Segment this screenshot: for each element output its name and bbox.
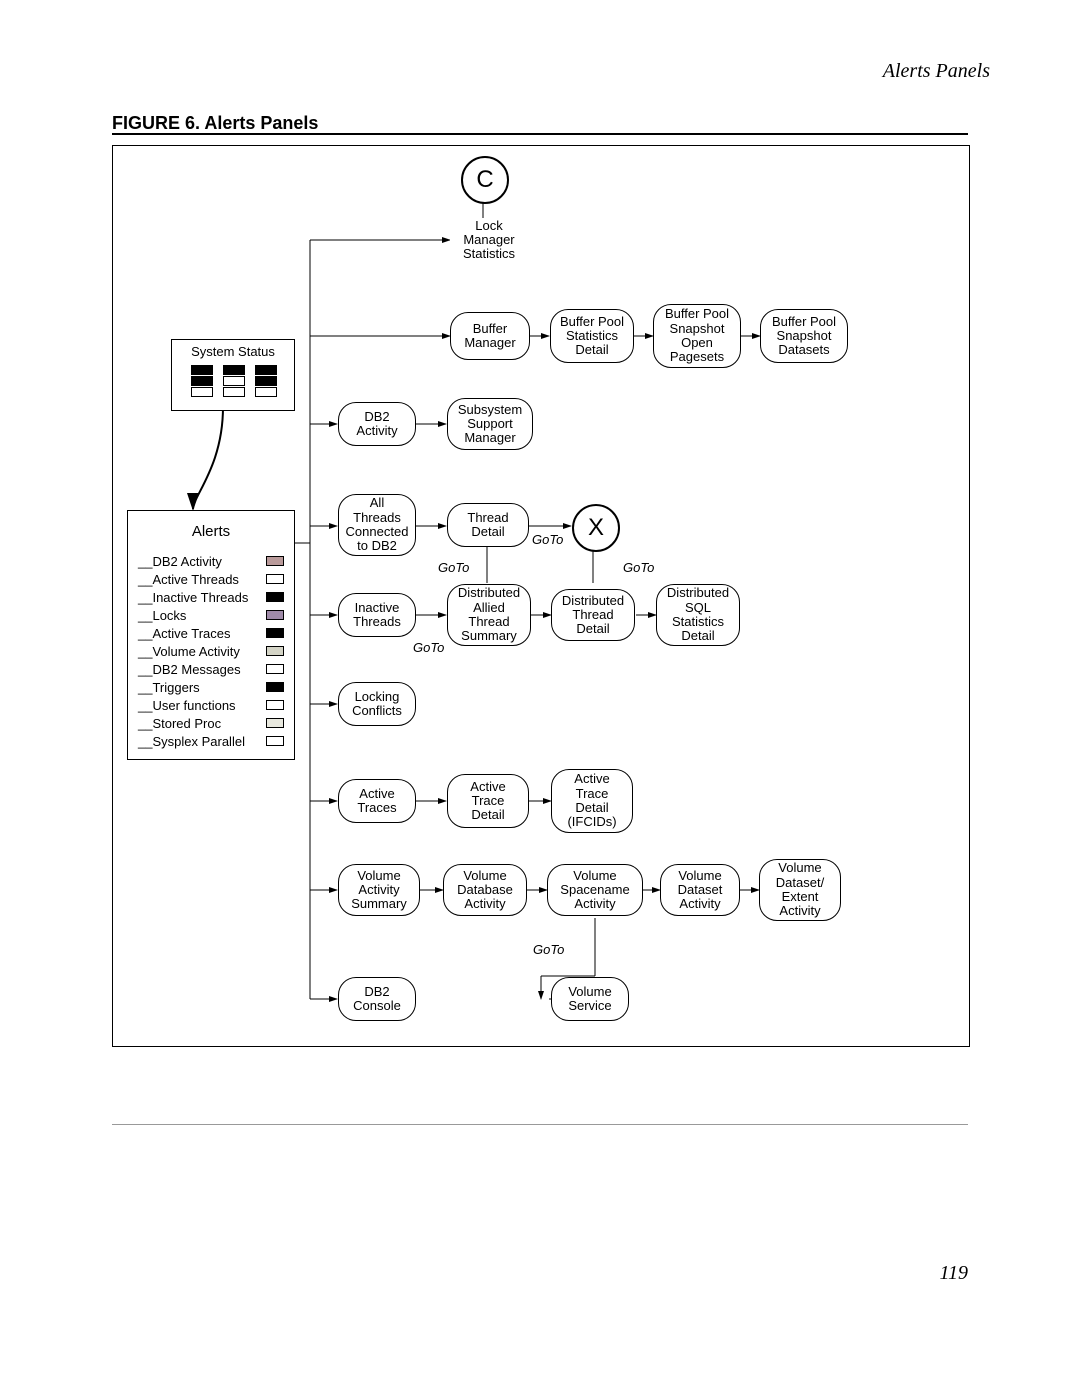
alerts-title: Alerts (128, 511, 294, 552)
node-buffer-manager: Buffer Manager (450, 312, 530, 360)
node-volume-dataset-extent-activity: Volume Dataset/ Extent Activity (759, 859, 841, 921)
alerts-item-swatch (266, 700, 284, 710)
node-volume-database-activity: Volume Database Activity (443, 864, 527, 916)
alerts-item-swatch (266, 556, 284, 566)
alerts-item-label: Volume Activity (138, 644, 240, 659)
alerts-item-swatch (266, 628, 284, 638)
goto-label: GoTo (438, 560, 469, 575)
alerts-item: Locks (128, 606, 294, 624)
alerts-item-swatch (266, 718, 284, 728)
alerts-item-label: User functions (138, 698, 236, 713)
alerts-item-swatch (266, 736, 284, 746)
diagram-frame: C Lock Manager Statistics Buffer Manager… (112, 145, 970, 1047)
alerts-item-swatch (266, 610, 284, 620)
hr-top (112, 133, 968, 135)
system-status-grid (172, 365, 294, 403)
node-bp-snapshot-datasets: Buffer Pool Snapshot Datasets (760, 309, 848, 363)
system-status-title: System Status (172, 340, 294, 365)
node-active-trace-detail-ifcids: Active Trace Detail (IFCIDs) (551, 769, 633, 833)
figure-caption: FIGURE 6. Alerts Panels (112, 113, 318, 134)
node-distributed-thread-detail: Distributed Thread Detail (551, 589, 635, 641)
node-distributed-sql-statistics-detail: Distributed SQL Statistics Detail (656, 584, 740, 646)
connector-x-label: X (588, 514, 604, 542)
node-subsystem-support-manager: Subsystem Support Manager (447, 398, 533, 450)
alerts-item: Active Traces (128, 624, 294, 642)
alerts-item-label: Stored Proc (138, 716, 221, 731)
alerts-item: DB2 Messages (128, 660, 294, 678)
alerts-item-swatch (266, 592, 284, 602)
connector-x: X (572, 504, 620, 552)
status-cell (191, 365, 213, 375)
alerts-item-label: DB2 Messages (138, 662, 241, 677)
page-number: 119 (939, 1262, 968, 1285)
alerts-item-label: Triggers (138, 680, 200, 695)
alerts-item: Triggers (128, 678, 294, 696)
alerts-item: Stored Proc (128, 714, 294, 732)
alerts-item: Active Threads (128, 570, 294, 588)
node-distributed-allied-thread-summary: Distributed Allied Thread Summary (447, 584, 531, 646)
node-thread-detail: Thread Detail (447, 503, 529, 547)
alerts-item: Sysplex Parallel (128, 732, 294, 750)
node-lock-manager-statistics: Lock Manager Statistics (450, 218, 528, 262)
alerts-list: DB2 Activity Active Threads Inactive Threa… (128, 552, 294, 750)
running-head: Alerts Panels (883, 60, 990, 83)
node-volume-activity-summary: Volume Activity Summary (338, 864, 420, 916)
alerts-item-label: Active Traces (138, 626, 231, 641)
alerts-item-swatch (266, 646, 284, 656)
node-all-threads-connected: All Threads Connected to DB2 (338, 494, 416, 556)
node-volume-spacename-activity: Volume Spacename Activity (547, 864, 643, 916)
alerts-item-label: DB2 Activity (138, 554, 222, 569)
alerts-item-swatch (266, 574, 284, 584)
system-status-panel: System Status (171, 339, 295, 411)
alerts-item-swatch (266, 664, 284, 674)
node-bp-statistics-detail: Buffer Pool Statistics Detail (550, 309, 634, 363)
alerts-item: User functions (128, 696, 294, 714)
alerts-item-swatch (266, 682, 284, 692)
alerts-panel: Alerts DB2 Activity Active Threads Inactiv… (127, 510, 295, 760)
alerts-item-label: Sysplex Parallel (138, 734, 245, 749)
connector-c-label: C (476, 166, 493, 194)
connector-c: C (461, 156, 509, 204)
goto-label: GoTo (623, 560, 654, 575)
hr-bottom (112, 1124, 968, 1125)
alerts-item-label: Active Threads (138, 572, 239, 587)
node-active-trace-detail: Active Trace Detail (447, 774, 529, 828)
goto-label: GoTo (533, 942, 564, 957)
node-volume-service: Volume Service (551, 977, 629, 1021)
node-db2-console: DB2 Console (338, 977, 416, 1021)
alerts-item: Inactive Threads (128, 588, 294, 606)
goto-label: GoTo (413, 640, 444, 655)
node-locking-conflicts: Locking Conflicts (338, 682, 416, 726)
alerts-item-label: Locks (138, 608, 186, 623)
node-volume-dataset-activity: Volume Dataset Activity (660, 864, 740, 916)
alerts-item: Volume Activity (128, 642, 294, 660)
goto-label: GoTo (532, 532, 563, 547)
node-bp-snapshot-open-pagesets: Buffer Pool Snapshot Open Pagesets (653, 304, 741, 368)
alerts-item: DB2 Activity (128, 552, 294, 570)
node-active-traces: Active Traces (338, 779, 416, 823)
alerts-item-label: Inactive Threads (138, 590, 248, 605)
node-db2-activity: DB2 Activity (338, 402, 416, 446)
node-inactive-threads: Inactive Threads (338, 593, 416, 637)
page: { "header": { "running_head": "Alerts Pa… (0, 0, 1080, 1397)
